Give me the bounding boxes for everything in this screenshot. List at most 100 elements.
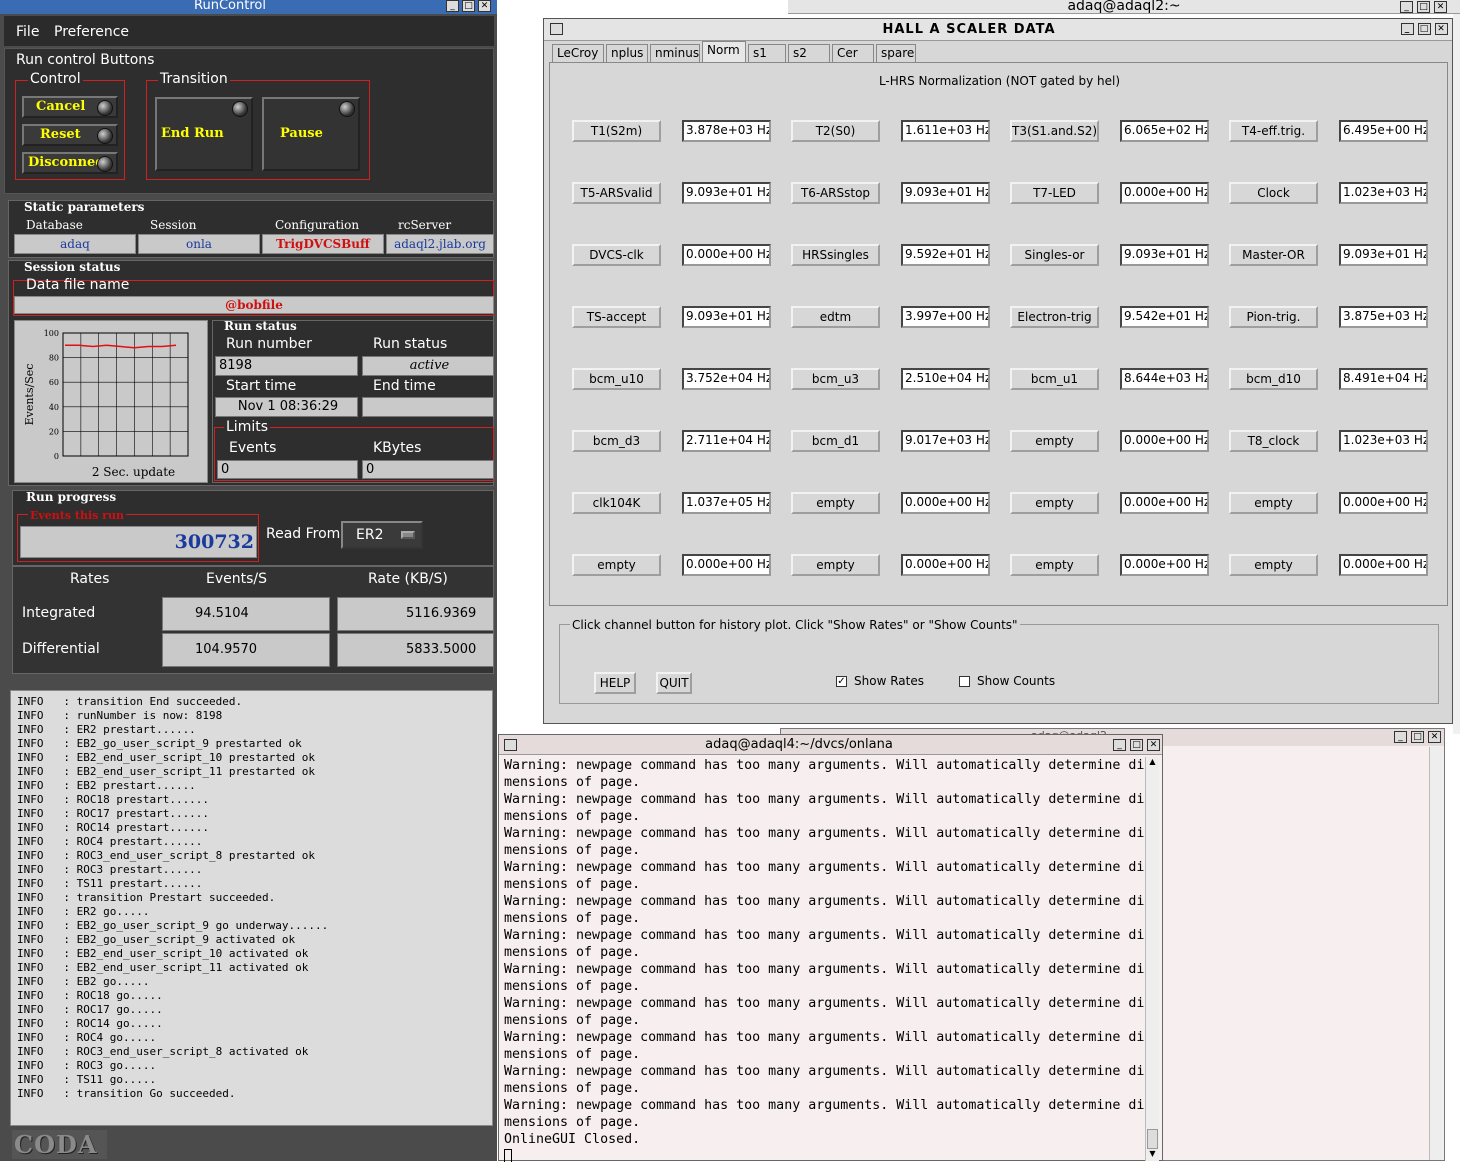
runcontrol-titlebar[interactable]: RunControl _ □ ✕	[0, 0, 497, 14]
channel-rate-field[interactable]: 0.000e+00 Hz	[1120, 182, 1209, 204]
channel-rate-field[interactable]: 8.644e+03 Hz	[1120, 368, 1209, 390]
close-icon[interactable]: ✕	[478, 0, 491, 12]
channel-rate-field[interactable]: 9.093e+01 Hz	[1339, 244, 1428, 266]
show-counts-checkbox[interactable]	[959, 676, 970, 687]
tab-s1[interactable]: s1	[748, 44, 786, 63]
channel-button[interactable]: empty	[1010, 492, 1099, 514]
channel-button[interactable]: bcm_u1	[1010, 368, 1099, 390]
channel-rate-field[interactable]: 3.752e+04 Hz	[682, 368, 771, 390]
channel-rate-field[interactable]: 6.495e+00 Hz	[1339, 120, 1428, 142]
terminal-scrollbar[interactable]: ▲ ▼	[1145, 757, 1159, 1161]
close-icon[interactable]: ✕	[1434, 1, 1447, 13]
minimize-icon[interactable]: _	[1401, 23, 1414, 35]
channel-button[interactable]: T2(S0)	[791, 120, 880, 142]
tab-cer[interactable]: Cer	[832, 44, 874, 63]
terminal-output[interactable]: Warning: newpage command has too many ar…	[504, 757, 1144, 1162]
maximize-icon[interactable]: □	[1417, 1, 1430, 13]
minimize-icon[interactable]: _	[1400, 1, 1413, 13]
maximize-icon[interactable]: □	[462, 0, 475, 12]
channel-button[interactable]: T5-ARSvalid	[572, 182, 661, 204]
kbytes-limit-input[interactable]: 0	[362, 460, 494, 479]
menu-file[interactable]: File	[16, 24, 39, 40]
terminal-titlebar[interactable]: adaq@adaql4:~/dvcs/onlana _ □ ✕	[499, 735, 1162, 755]
tab-norm[interactable]: Norm	[702, 41, 746, 63]
minimize-icon[interactable]: _	[1113, 739, 1126, 751]
pause-button[interactable]: Pause	[262, 97, 360, 171]
channel-button[interactable]: edtm	[791, 306, 880, 328]
channel-button[interactable]: TS-accept	[572, 306, 661, 328]
minimize-icon[interactable]: _	[1394, 731, 1407, 743]
end-run-button[interactable]: End Run	[155, 97, 253, 171]
close-icon[interactable]: ✕	[1435, 23, 1448, 35]
channel-button[interactable]: empty	[1010, 554, 1099, 576]
channel-button[interactable]: T3(S1.and.S2)	[1010, 120, 1099, 142]
channel-button[interactable]: empty	[1010, 430, 1099, 452]
channel-rate-field[interactable]: 1.023e+03 Hz	[1339, 430, 1428, 452]
message-log[interactable]: INFO : transition End succeeded. INFO : r…	[10, 690, 493, 1126]
read-from-dropdown[interactable]: ER2	[341, 521, 423, 549]
channel-button[interactable]: clk104K	[572, 492, 661, 514]
cancel-button[interactable]: Cancel	[22, 96, 118, 118]
tab-lecroy[interactable]: LeCroy	[552, 44, 604, 63]
channel-rate-field[interactable]: 1.611e+03 Hz	[901, 120, 990, 142]
events-limit-input[interactable]: 0	[217, 460, 358, 479]
channel-rate-field[interactable]: 0.000e+00 Hz	[1120, 430, 1209, 452]
channel-button[interactable]: empty	[791, 554, 880, 576]
channel-rate-field[interactable]: 9.592e+01 Hz	[901, 244, 990, 266]
channel-button[interactable]: bcm_u10	[572, 368, 661, 390]
scroll-thumb[interactable]	[1147, 1129, 1158, 1149]
channel-rate-field[interactable]: 1.037e+05 Hz	[682, 492, 771, 514]
channel-rate-field[interactable]: 3.875e+03 Hz	[1339, 306, 1428, 328]
channel-button[interactable]: Electron-trig	[1010, 306, 1099, 328]
channel-rate-field[interactable]: 0.000e+00 Hz	[901, 492, 990, 514]
maximize-icon[interactable]: □	[1130, 739, 1143, 751]
minimize-icon[interactable]: _	[446, 0, 459, 12]
background-window-top[interactable]: adaq@adaql2:~ _ □ ✕	[788, 0, 1460, 14]
quit-button[interactable]: QUIT	[656, 672, 692, 694]
channel-rate-field[interactable]: 0.000e+00 Hz	[901, 554, 990, 576]
close-icon[interactable]: ✕	[1147, 739, 1160, 751]
channel-button[interactable]: bcm_d3	[572, 430, 661, 452]
channel-button[interactable]: DVCS-clk	[572, 244, 661, 266]
channel-rate-field[interactable]: 0.000e+00 Hz	[1339, 554, 1428, 576]
channel-button[interactable]: empty	[572, 554, 661, 576]
channel-button[interactable]: bcm_d10	[1229, 368, 1318, 390]
channel-button[interactable]: Master-OR	[1229, 244, 1318, 266]
channel-rate-field[interactable]: 8.491e+04 Hz	[1339, 368, 1428, 390]
channel-rate-field[interactable]: 9.093e+01 Hz	[682, 182, 771, 204]
scaler-titlebar[interactable]: HALL A SCALER DATA _ □ ✕	[544, 19, 1452, 41]
channel-button[interactable]: T7-LED	[1010, 182, 1099, 204]
channel-rate-field[interactable]: 2.711e+04 Hz	[682, 430, 771, 452]
tab-spare[interactable]: spare	[876, 44, 916, 63]
tab-s2[interactable]: s2	[788, 44, 830, 63]
reset-button[interactable]: Reset	[22, 124, 118, 146]
channel-rate-field[interactable]: 9.093e+01 Hz	[901, 182, 990, 204]
menu-preference[interactable]: Preference	[54, 24, 129, 40]
tab-nminus[interactable]: nminus	[650, 44, 700, 63]
channel-button[interactable]: empty	[791, 492, 880, 514]
channel-rate-field[interactable]: 0.000e+00 Hz	[682, 554, 771, 576]
disconnect-button[interactable]: Disconnect	[22, 152, 118, 174]
maximize-icon[interactable]: □	[1411, 731, 1424, 743]
channel-button[interactable]: T4-eff.trig.	[1229, 120, 1318, 142]
channel-rate-field[interactable]: 3.878e+03 Hz	[682, 120, 771, 142]
scroll-up-icon[interactable]: ▲	[1147, 757, 1158, 769]
channel-button[interactable]: empty	[1229, 554, 1318, 576]
channel-rate-field[interactable]: 0.000e+00 Hz	[682, 244, 771, 266]
channel-rate-field[interactable]: 0.000e+00 Hz	[1120, 492, 1209, 514]
channel-button[interactable]: Singles-or	[1010, 244, 1099, 266]
scrollbar[interactable]	[1429, 747, 1443, 1160]
channel-rate-field[interactable]: 2.510e+04 Hz	[901, 368, 990, 390]
channel-rate-field[interactable]: 0.000e+00 Hz	[1339, 492, 1428, 514]
channel-rate-field[interactable]: 0.000e+00 Hz	[1120, 554, 1209, 576]
channel-button[interactable]: Pion-trig.	[1229, 306, 1318, 328]
help-button[interactable]: HELP	[594, 672, 636, 694]
channel-rate-field[interactable]: 1.023e+03 Hz	[1339, 182, 1428, 204]
show-rates-checkbox[interactable]: ✓	[836, 676, 847, 687]
channel-rate-field[interactable]: 9.093e+01 Hz	[1120, 244, 1209, 266]
channel-button[interactable]: T8_clock	[1229, 430, 1318, 452]
channel-button[interactable]: bcm_d1	[791, 430, 880, 452]
channel-rate-field[interactable]: 3.997e+00 Hz	[901, 306, 990, 328]
maximize-icon[interactable]: □	[1418, 23, 1431, 35]
channel-button[interactable]: HRSsingles	[791, 244, 880, 266]
